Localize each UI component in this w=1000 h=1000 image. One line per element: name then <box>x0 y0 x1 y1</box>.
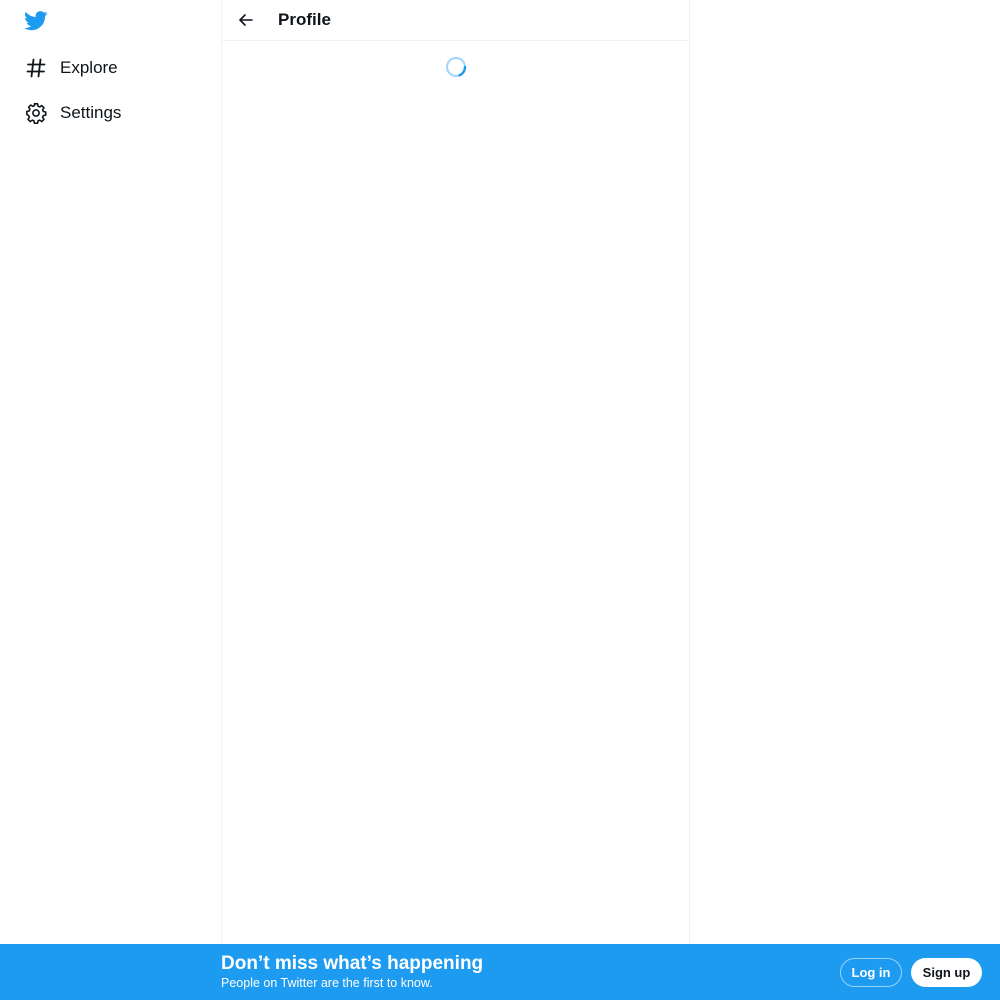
twitter-logo[interactable] <box>23 8 49 34</box>
hashtag-icon <box>24 56 48 80</box>
main-column: Profile <box>221 0 690 944</box>
nav-item-label: Explore <box>60 58 118 77</box>
signup-button[interactable]: Sign up <box>911 958 982 987</box>
page-title: Profile <box>278 10 331 29</box>
banner-title: Don’t miss what’s happening <box>221 953 484 974</box>
profile-header: Profile <box>222 0 689 41</box>
nav-item-settings[interactable]: Settings <box>14 93 131 133</box>
banner-subtitle: People on Twitter are the first to know. <box>221 976 433 990</box>
nav-item-explore[interactable]: Explore <box>14 48 128 88</box>
signup-banner: Don’t miss what’s happening People on Tw… <box>0 944 1000 1000</box>
app-root: Explore Settings Profile Don’t miss what… <box>0 0 1000 1000</box>
back-button[interactable] <box>234 8 258 32</box>
loading-spinner-icon <box>445 56 467 78</box>
login-button[interactable]: Log in <box>840 958 902 987</box>
gear-icon <box>24 101 48 125</box>
twitter-bird-icon <box>24 11 48 31</box>
left-navigation: Explore Settings <box>0 0 221 1000</box>
arrow-left-icon <box>239 14 253 26</box>
nav-item-label: Settings <box>60 103 122 122</box>
